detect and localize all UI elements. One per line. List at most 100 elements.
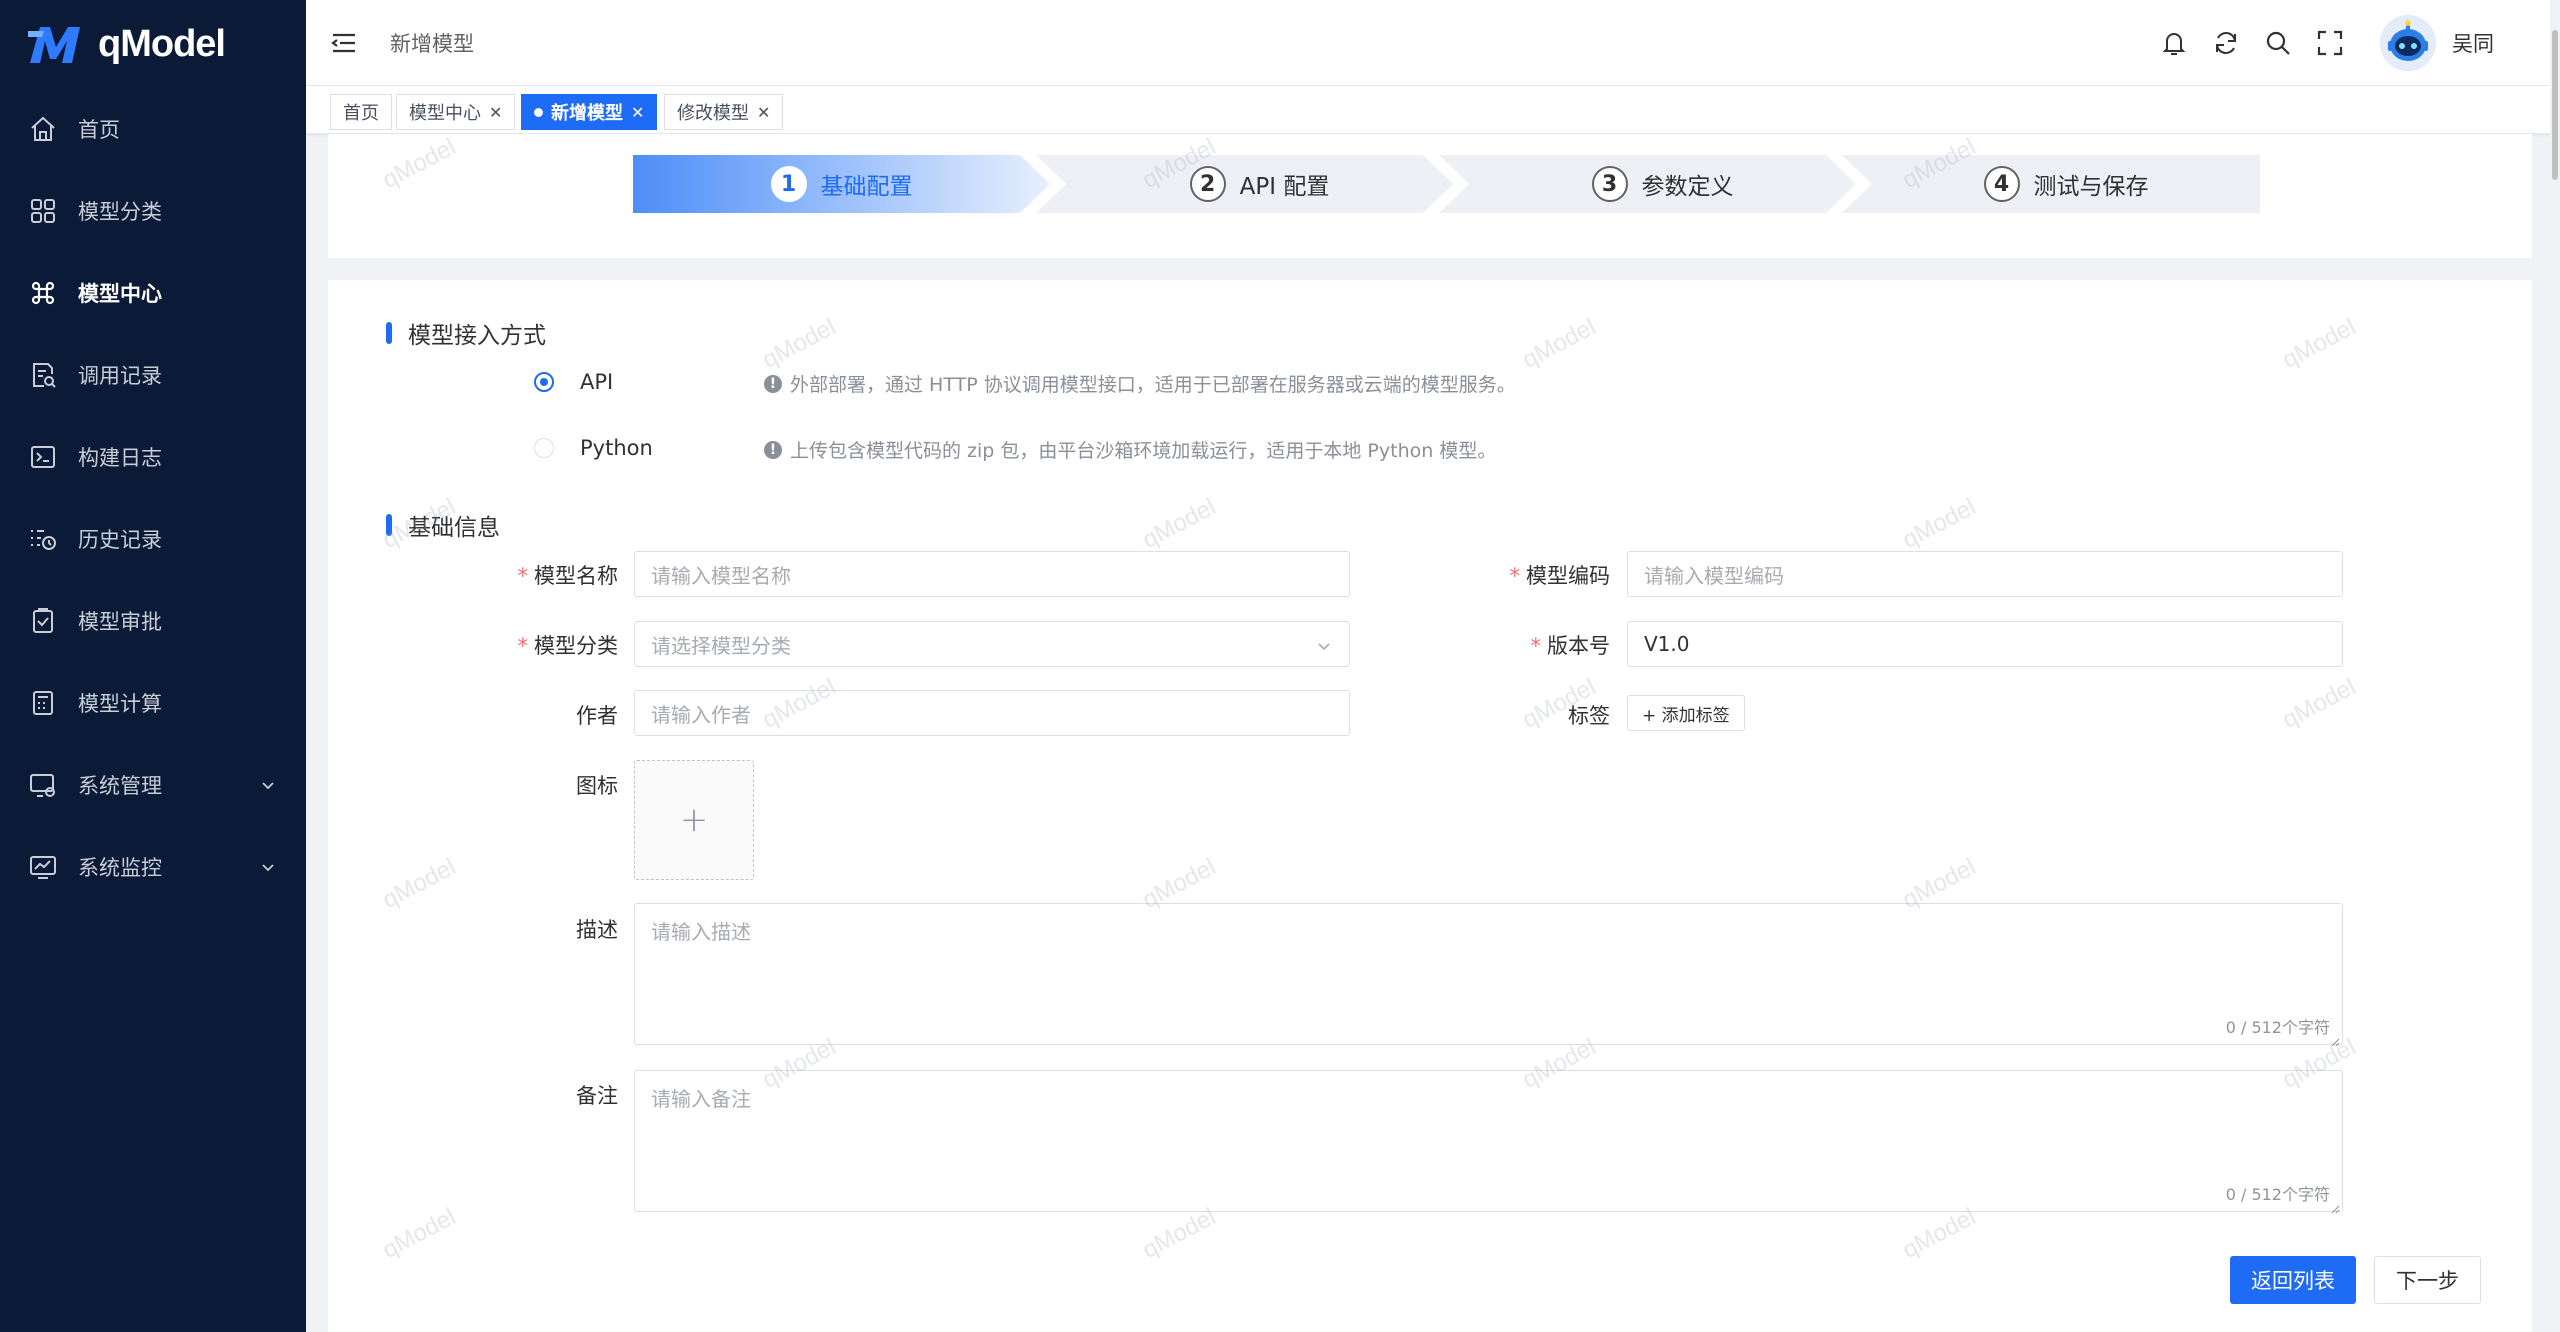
required-mark: *: [517, 564, 529, 588]
terminal-icon: [28, 442, 58, 472]
required-mark: *: [1530, 634, 1542, 658]
char-count: 0 / 512个字符: [2225, 1018, 2330, 1037]
tab-home[interactable]: 首页: [330, 94, 392, 130]
step-basic-config[interactable]: 1 基础配置: [633, 155, 1050, 213]
bell-icon[interactable]: [2158, 27, 2190, 59]
label-text: 模型分类: [534, 634, 618, 658]
step-number: 2: [1189, 166, 1226, 202]
active-dot-icon: [534, 107, 543, 117]
model-category-label: * 模型分类: [420, 630, 619, 660]
tab-label: 首页: [343, 103, 379, 124]
tab-label: 修改模型: [677, 103, 749, 124]
monitor-chart-icon: [28, 852, 58, 882]
sidebar-item-system-monitor[interactable]: 系统监控: [0, 826, 306, 908]
scrollbar-thumb[interactable]: [2552, 30, 2558, 180]
close-icon[interactable]: ✕: [631, 103, 644, 122]
tabs-bar: 首页 模型中心 ✕ 新增模型 ✕ 修改模型 ✕: [306, 86, 2560, 134]
section-title: 基础信息: [408, 515, 500, 541]
tab-add-model[interactable]: 新增模型 ✕: [521, 94, 658, 130]
logo-mark-icon: [28, 23, 92, 65]
back-to-list-button[interactable]: 返回列表: [2230, 1256, 2356, 1304]
radio-button[interactable]: [534, 372, 554, 392]
history-list-icon: [28, 524, 58, 554]
tab-model-center[interactable]: 模型中心 ✕: [396, 94, 516, 130]
label-text: 模型名称: [534, 564, 618, 588]
logo[interactable]: qModel: [0, 0, 306, 88]
close-icon[interactable]: ✕: [489, 103, 502, 122]
step-param-definition[interactable]: 3 参数定义: [1469, 155, 1856, 213]
fullscreen-icon[interactable]: [2314, 27, 2346, 59]
sidebar: qModel 首页 模型分类 模型中心 调用记录 构建日志 历史记录 模型审批 …: [0, 0, 306, 1332]
tab-label: 模型中心: [409, 103, 481, 124]
required-mark: *: [517, 634, 529, 658]
input-value: V1.0: [1644, 632, 1690, 656]
sidebar-item-label: 系统管理: [78, 774, 162, 798]
radio-label: API: [580, 370, 614, 394]
radio-button[interactable]: [534, 438, 554, 458]
next-step-button[interactable]: 下一步: [2374, 1256, 2481, 1304]
username[interactable]: 吴同: [2452, 28, 2494, 58]
sidebar-item-call-records[interactable]: 调用记录: [0, 334, 306, 416]
close-icon[interactable]: ✕: [757, 103, 770, 122]
tab-edit-model[interactable]: 修改模型 ✕: [664, 94, 784, 130]
placeholder: 请输入模型名称: [651, 563, 791, 588]
sidebar-item-label: 构建日志: [78, 446, 162, 470]
remark-textarea[interactable]: 请输入备注 0 / 512个字符: [634, 1070, 2343, 1214]
sidebar-item-model-approval[interactable]: 模型审批: [0, 580, 306, 662]
placeholder: 请输入模型编码: [1644, 563, 1784, 588]
sidebar-item-label: 模型审批: [78, 610, 162, 634]
label-text: 模型编码: [1526, 564, 1610, 588]
sidebar-item-label: 历史记录: [78, 528, 162, 552]
model-name-input[interactable]: 请输入模型名称: [634, 551, 1350, 597]
radio-label: Python: [580, 436, 653, 460]
author-input[interactable]: 请输入作者: [634, 690, 1350, 736]
calculator-icon: [28, 688, 58, 718]
chevron-down-icon: [258, 857, 278, 877]
refresh-icon[interactable]: [2210, 27, 2242, 59]
sidebar-item-system-management[interactable]: 系统管理: [0, 744, 306, 826]
sidebar-item-home[interactable]: 首页: [0, 88, 306, 170]
section-title: 模型接入方式: [408, 323, 546, 349]
step-api-config[interactable]: 2 API 配置: [1066, 155, 1453, 213]
description-textarea[interactable]: 请输入描述 0 / 512个字符: [634, 903, 2343, 1047]
steps: 1 基础配置 2 API 配置 3 参数定义 4 测试与保存: [633, 155, 2260, 213]
step-number: 1: [770, 166, 807, 202]
monitor-settings-icon: [28, 770, 58, 800]
hint-text: 外部部署，通过 HTTP 协议调用模型接口，适用于已部署在服务器或云端的模型服务…: [790, 374, 1516, 396]
grid-icon: [28, 196, 58, 226]
author-label: 作者: [576, 704, 618, 728]
step-label: 测试与保存: [2033, 174, 2149, 200]
home-icon: [28, 114, 58, 144]
section-basic-info: 基础信息: [386, 508, 500, 542]
icon-upload[interactable]: +: [634, 760, 754, 880]
sidebar-item-history[interactable]: 历史记录: [0, 498, 306, 580]
avatar[interactable]: [2380, 15, 2436, 71]
tab-label: 新增模型: [551, 103, 623, 124]
model-category-select[interactable]: 请选择模型分类: [634, 621, 1350, 667]
model-code-input[interactable]: 请输入模型编码: [1627, 551, 2343, 597]
sidebar-item-build-logs[interactable]: 构建日志: [0, 416, 306, 498]
chevron-down-icon: [258, 775, 278, 795]
add-tag-button[interactable]: + 添加标签: [1627, 695, 1745, 731]
info-icon: !: [764, 440, 782, 459]
step-test-save[interactable]: 4 测试与保存: [1872, 155, 2260, 213]
sidebar-item-model-compute[interactable]: 模型计算: [0, 662, 306, 744]
version-input[interactable]: V1.0: [1627, 621, 2343, 667]
sidebar-item-label: 模型分类: [78, 200, 162, 224]
sidebar-item-model-center[interactable]: 模型中心: [0, 252, 306, 334]
required-mark: *: [1509, 564, 1521, 588]
python-hint: ! 上传包含模型代码的 zip 包，由平台沙箱环境加载运行，适用于本地 Pyth…: [764, 436, 1496, 463]
sidebar-item-label: 调用记录: [78, 364, 162, 388]
resize-handle-icon[interactable]: [2330, 1199, 2340, 1214]
resize-handle-icon[interactable]: [2330, 1032, 2340, 1047]
search-icon[interactable]: [2262, 27, 2294, 59]
version-label: * 版本号: [1410, 630, 1611, 660]
collapse-menu-icon[interactable]: [330, 30, 358, 56]
icon-label: 图标: [576, 774, 618, 798]
sidebar-item-label: 模型中心: [78, 282, 162, 306]
radio-api[interactable]: API: [534, 370, 613, 394]
radio-python[interactable]: Python: [534, 436, 653, 460]
scrollbar-track[interactable]: [2550, 0, 2560, 1332]
sidebar-item-model-category[interactable]: 模型分类: [0, 170, 306, 252]
section-access-mode: 模型接入方式: [386, 316, 546, 350]
